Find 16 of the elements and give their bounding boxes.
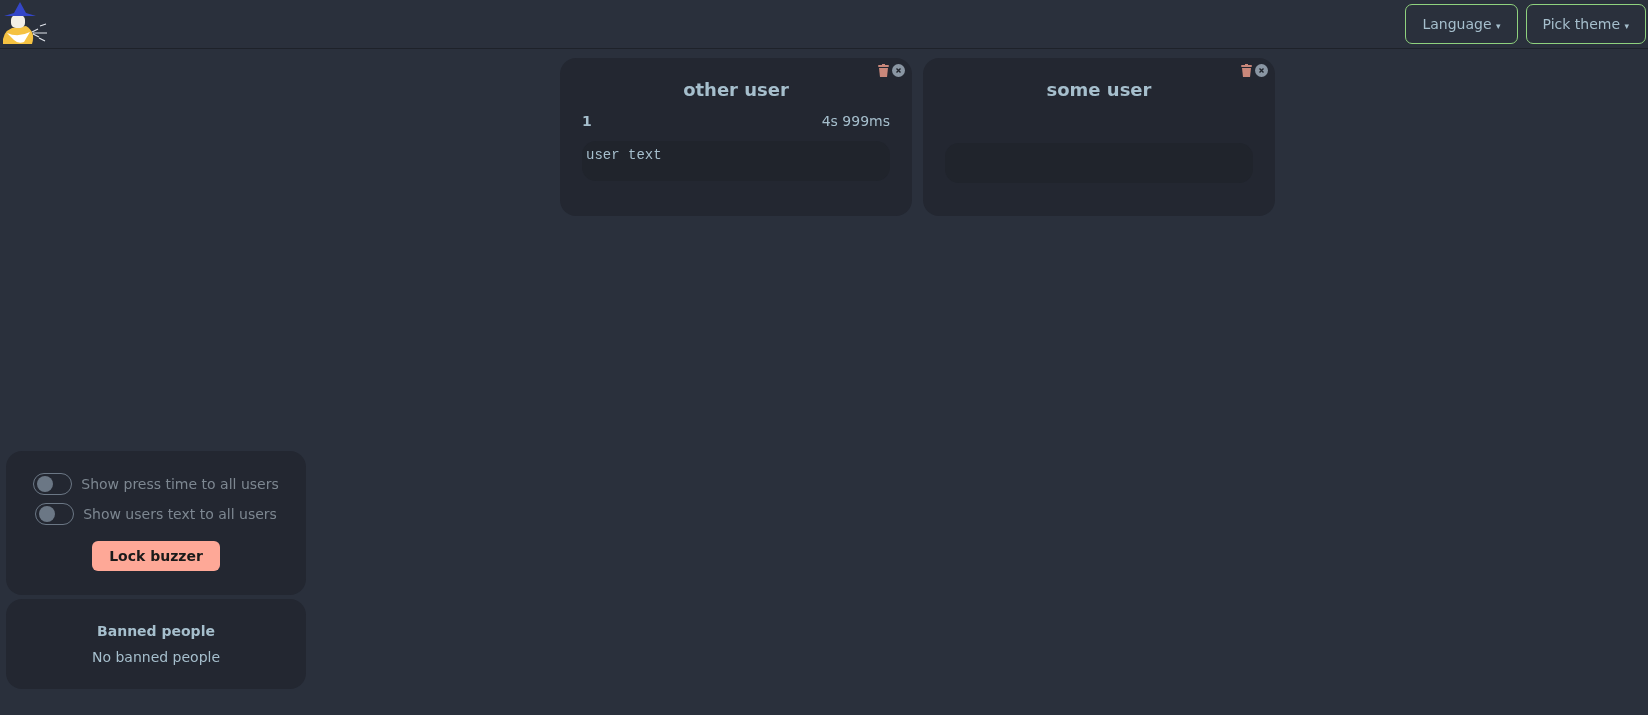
trash-icon[interactable] bbox=[878, 64, 889, 77]
close-icon[interactable] bbox=[1255, 64, 1268, 77]
empty-message: No banned people bbox=[91, 649, 221, 665]
banned-title: Banned people bbox=[97, 623, 215, 639]
dropdown-button[interactable]: Language ▾ bbox=[1405, 4, 1518, 44]
press-time: 4s 999ms bbox=[821, 113, 890, 129]
close-icon[interactable] bbox=[892, 64, 905, 77]
toggle-label: Show users text to all users bbox=[83, 506, 277, 522]
dropdown-button[interactable]: Pick theme ▾ bbox=[1525, 4, 1646, 44]
lock-buzzer-button[interactable]: Lock buzzer bbox=[92, 541, 220, 571]
toggle-label: Show press time to all users bbox=[81, 476, 279, 492]
trash-icon[interactable] bbox=[1241, 64, 1252, 77]
user-name: other user bbox=[682, 79, 790, 100]
user-name: some user bbox=[1045, 79, 1153, 100]
press-position: 1 bbox=[582, 113, 592, 129]
wizard-mascot-icon bbox=[0, 2, 50, 46]
